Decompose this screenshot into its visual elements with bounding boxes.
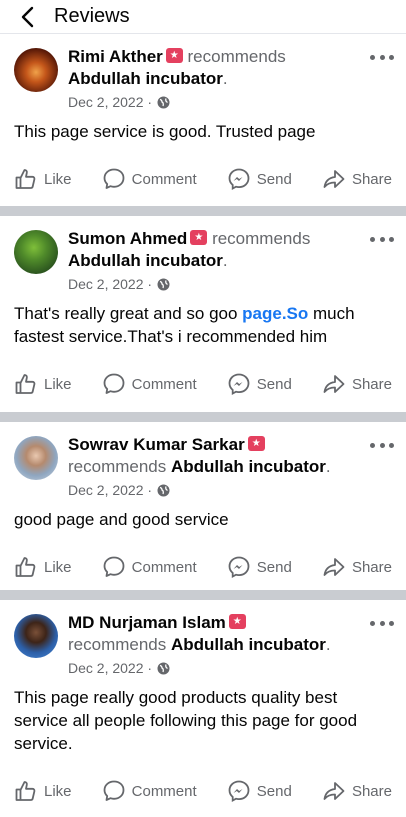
action-bar: Like Comment Send Share — [0, 358, 406, 410]
share-button[interactable]: Share — [322, 779, 392, 803]
recommends-label: recommends — [68, 635, 167, 654]
send-button[interactable]: Send — [227, 167, 292, 191]
review-date[interactable]: Dec 2, 2022 · — [68, 660, 152, 676]
thumbs-up-icon — [15, 374, 36, 394]
globe-icon — [157, 662, 170, 675]
thumbs-up-icon — [15, 557, 36, 577]
like-button[interactable]: Like — [14, 372, 72, 396]
review-text: That's really great and so goo page.So m… — [14, 304, 355, 346]
review-card: MD Nurjaman Islam recommends Abdullah in… — [0, 600, 406, 810]
recommend-badge-icon — [228, 614, 246, 629]
avatar[interactable] — [14, 230, 58, 274]
review-date[interactable]: Dec 2, 2022 · — [68, 94, 152, 110]
separator — [0, 206, 406, 216]
review-card: Sumon Ahmed recommends Abdullah incubato… — [0, 216, 406, 412]
recommends-label: recommends — [212, 229, 311, 248]
share-arrow-icon — [323, 375, 345, 393]
globe-icon — [157, 278, 170, 291]
globe-icon — [157, 96, 170, 109]
more-options-icon[interactable] — [370, 618, 394, 628]
share-arrow-icon — [323, 558, 345, 576]
like-button[interactable]: Like — [14, 779, 72, 803]
action-bar: Like Comment Send Share — [0, 153, 406, 205]
comment-button[interactable]: Comment — [102, 167, 197, 191]
author-name[interactable]: Sumon Ahmed — [68, 229, 187, 248]
page-title: Reviews — [54, 5, 130, 27]
share-button[interactable]: Share — [322, 372, 392, 396]
review-card: Rimi Akther recommends Abdullah incubato… — [0, 34, 406, 206]
thumbs-up-icon — [15, 169, 36, 189]
like-button[interactable]: Like — [14, 555, 72, 579]
messenger-icon — [228, 780, 250, 803]
share-arrow-icon — [323, 170, 345, 188]
share-arrow-icon — [323, 782, 345, 800]
hashtag-link[interactable]: page.So — [242, 304, 308, 323]
more-options-icon[interactable] — [370, 52, 394, 62]
send-button[interactable]: Send — [227, 372, 292, 396]
comment-bubble-icon — [103, 373, 125, 394]
review-date[interactable]: Dec 2, 2022 · — [68, 276, 152, 292]
comment-bubble-icon — [103, 556, 125, 577]
comment-button[interactable]: Comment — [102, 372, 197, 396]
review-card: Sowrav Kumar Sarkar recommends Abdullah … — [0, 422, 406, 590]
comment-button[interactable]: Comment — [102, 555, 197, 579]
send-button[interactable]: Send — [227, 779, 292, 803]
share-button[interactable]: Share — [322, 555, 392, 579]
review-text: good page and good service — [14, 510, 229, 529]
avatar[interactable] — [14, 436, 58, 480]
recommend-badge-icon — [165, 48, 183, 63]
comment-bubble-icon — [103, 168, 125, 189]
author-name[interactable]: Sowrav Kumar Sarkar — [68, 435, 245, 454]
recommends-label: recommends — [68, 457, 167, 476]
comment-bubble-icon — [103, 780, 125, 801]
share-button[interactable]: Share — [322, 167, 392, 191]
recommend-badge-icon — [247, 436, 265, 451]
comment-button[interactable]: Comment — [102, 779, 197, 803]
more-options-icon[interactable] — [370, 234, 394, 244]
action-bar: Like Comment Send Share — [0, 765, 406, 817]
recommend-badge-icon — [190, 230, 208, 245]
messenger-icon — [228, 556, 250, 579]
avatar[interactable] — [14, 614, 58, 658]
page-name-link[interactable]: Abdullah incubator — [68, 69, 223, 88]
send-button[interactable]: Send — [227, 555, 292, 579]
review-text: This page service is good. Trusted page — [14, 122, 316, 141]
top-bar: Reviews — [0, 0, 406, 34]
separator — [0, 412, 406, 422]
author-name[interactable]: Rimi Akther — [68, 47, 163, 66]
like-button[interactable]: Like — [14, 167, 72, 191]
recommends-label: recommends — [187, 47, 286, 66]
messenger-icon — [228, 373, 250, 396]
author-name[interactable]: MD Nurjaman Islam — [68, 613, 226, 632]
chevron-left-icon — [21, 6, 34, 27]
action-bar: Like Comment Send Share — [0, 541, 406, 593]
review-text: This page really good products quality b… — [14, 688, 358, 753]
messenger-icon — [228, 168, 250, 191]
page-name-link[interactable]: Abdullah incubator — [171, 635, 326, 654]
page-name-link[interactable]: Abdullah incubator — [171, 457, 326, 476]
thumbs-up-icon — [15, 781, 36, 801]
back-button[interactable] — [14, 4, 40, 30]
more-options-icon[interactable] — [370, 440, 394, 450]
page-name-link[interactable]: Abdullah incubator — [68, 251, 223, 270]
review-date[interactable]: Dec 2, 2022 · — [68, 482, 152, 498]
avatar[interactable] — [14, 48, 58, 92]
globe-icon — [157, 484, 170, 497]
